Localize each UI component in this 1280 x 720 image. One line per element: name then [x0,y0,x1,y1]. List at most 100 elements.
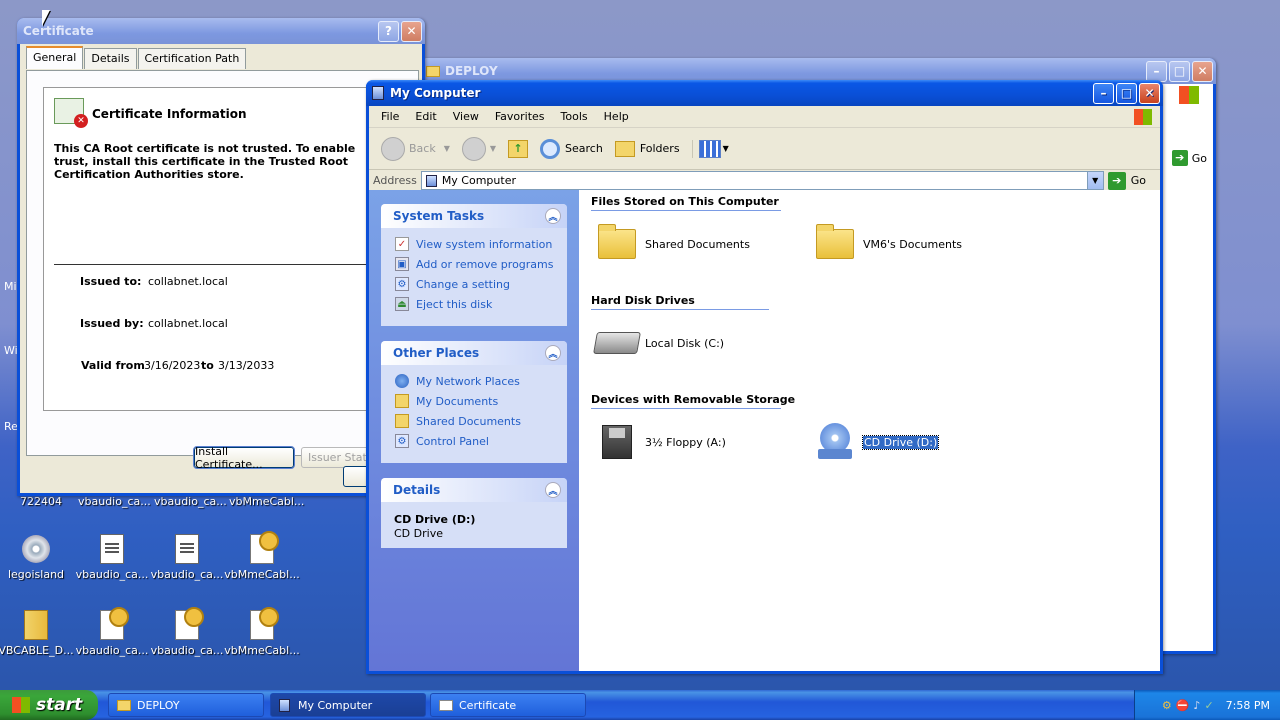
place-shared-documents[interactable]: Shared Documents [381,411,567,431]
tray-security-alert-icon[interactable]: ⛔ [1176,699,1190,712]
desktop-icon-vbaudio[interactable]: vbaudio_ca... [73,607,151,657]
place-my-documents[interactable]: My Documents [381,391,567,411]
certificate-icon [439,699,453,711]
item-floppy-a[interactable]: 3½ Floppy (A:) [595,420,726,464]
certificate-error-icon: ✕ [54,98,88,128]
my-computer-title: My Computer [390,86,481,100]
task-eject-disk[interactable]: ⏏ Eject this disk [381,294,567,314]
item-shared-documents[interactable]: Shared Documents [595,222,750,266]
system-tasks-header[interactable]: System Tasks ︽ [381,204,567,228]
windows-logo-icon [1134,108,1152,125]
deploy-title: DEPLOY [445,64,498,78]
chevron-down-icon: ▼ [722,144,729,153]
document-icon [175,534,199,564]
close-button[interactable]: ✕ [401,20,422,42]
folder-icon [426,65,440,77]
document-icon [100,534,124,564]
desktop-icon-vbaudio[interactable]: vbaudio_ca... [148,532,226,581]
taskbar-item-deploy[interactable]: DEPLOY [108,693,264,717]
setup-file-icon [250,607,279,640]
maximize-button[interactable]: □ [1169,60,1190,82]
desktop-edge-label: Mi [4,280,17,293]
tray-hardware-icon[interactable]: ✓ [1204,699,1213,712]
tab-general[interactable]: General [26,46,84,69]
search-icon [540,138,561,159]
menu-edit[interactable]: Edit [407,110,444,123]
desktop-icon-vbaudio[interactable]: vbaudio_ca... [73,532,151,581]
tray-audio-icon[interactable]: ♪ [1193,699,1200,712]
desktop-icon-vbcable[interactable]: VBCABLE_D... [0,608,75,657]
search-button[interactable]: Search [534,138,609,159]
cd-drive-icon [816,423,854,461]
views-button[interactable]: ▼ [691,139,735,158]
deploy-go-button[interactable]: ➔ Go [1171,150,1207,166]
eject-icon: ⏏ [395,297,409,311]
menu-tools[interactable]: Tools [553,110,596,123]
control-panel-icon: ⚙ [395,277,409,291]
install-certificate-button[interactable]: Install Certificate... [193,445,295,471]
details-header[interactable]: Details ︽ [381,478,567,502]
item-vm6-documents[interactable]: VM6's Documents [813,222,962,266]
general-panel: ✕ Certificate Information This CA Root c… [26,70,419,471]
taskbar-item-my-computer[interactable]: My Computer [270,693,426,717]
tab-certification-path[interactable]: Certification Path [137,48,247,69]
item-cd-drive-d[interactable]: CD Drive (D:) [813,420,940,464]
other-places-header[interactable]: Other Places ︽ [381,341,567,365]
taskbar-item-certificate[interactable]: Certificate [430,693,586,717]
setup-file-icon [175,607,204,640]
minimize-button[interactable]: – [1146,60,1167,82]
tab-details[interactable]: Details [84,48,137,69]
menu-help[interactable]: Help [596,110,637,123]
network-icon [395,374,409,388]
go-arrow-icon: ➔ [1107,171,1126,190]
close-button[interactable]: ✕ [1192,60,1213,82]
back-arrow-icon [381,136,405,161]
address-bar: Address My Computer ▼ ➔ Go [369,170,1160,192]
certificate-titlebar[interactable]: Certificate ? ✕ [17,18,425,44]
task-pane: System Tasks ︽ ✓ View system information … [369,190,579,671]
up-folder-button[interactable]: ↑ [502,139,534,158]
toolbar: Back ▼ ▼ ↑ Search Folders ▼ [369,128,1160,170]
desktop-icon-vbmmecable[interactable]: vbMmeCabl... [223,531,301,581]
collapse-icon[interactable]: ︽ [545,482,561,498]
collapse-icon[interactable]: ︽ [545,345,561,361]
folders-button[interactable]: Folders [609,140,686,157]
task-add-remove-programs[interactable]: ▣ Add or remove programs [381,254,567,274]
minimize-button[interactable]: – [1093,82,1114,104]
up-folder-icon: ↑ [508,139,529,158]
start-button[interactable]: start [0,690,98,720]
cd-icon [22,535,50,563]
maximize-button[interactable]: □ [1116,82,1137,104]
details-name: CD Drive (D:) [394,513,476,526]
menu-bar: File Edit View Favorites Tools Help [369,106,1160,128]
back-button[interactable]: Back ▼ [375,136,456,161]
desktop-icon-legoisland[interactable]: legoisland [0,532,75,581]
tray-network-icon[interactable]: ⚙ [1162,699,1172,712]
menu-favorites[interactable]: Favorites [487,110,553,123]
place-my-network-places[interactable]: My Network Places [381,371,567,391]
menu-view[interactable]: View [445,110,487,123]
desktop-icon-vbaudio[interactable]: vbaudio_ca... [148,607,226,657]
clock: 7:58 PM [1225,698,1270,712]
item-local-disk-c[interactable]: Local Disk (C:) [593,321,724,365]
address-dropdown-button[interactable]: ▼ [1086,172,1103,189]
task-view-system-information[interactable]: ✓ View system information [381,234,567,254]
hard-disk-icon [593,332,641,354]
go-button[interactable]: ➔ Go [1107,171,1146,190]
menu-file[interactable]: File [373,110,407,123]
certificate-window[interactable]: Certificate ? ✕ General Details Certific… [17,18,425,496]
close-button[interactable]: ✕ [1139,82,1160,104]
certificate-info-header: Certificate Information [92,107,247,121]
desktop-icon-vbmmecable[interactable]: vbMmeCabl... [223,607,301,657]
forward-button[interactable]: ▼ [456,136,502,161]
task-change-setting[interactable]: ⚙ Change a setting [381,274,567,294]
address-input[interactable]: My Computer ▼ [420,171,1104,190]
collapse-icon[interactable]: ︽ [545,208,561,224]
help-button[interactable]: ? [378,20,399,42]
my-computer-window[interactable]: My Computer – □ ✕ File Edit View Favorit… [366,80,1163,674]
setup-file-icon [250,531,279,564]
valid-from-label: Valid from [81,359,145,372]
my-computer-titlebar[interactable]: My Computer – □ ✕ [366,80,1163,106]
certificate-message: This CA Root certificate is not trusted.… [54,142,356,181]
place-control-panel[interactable]: ⚙ Control Panel [381,431,567,451]
